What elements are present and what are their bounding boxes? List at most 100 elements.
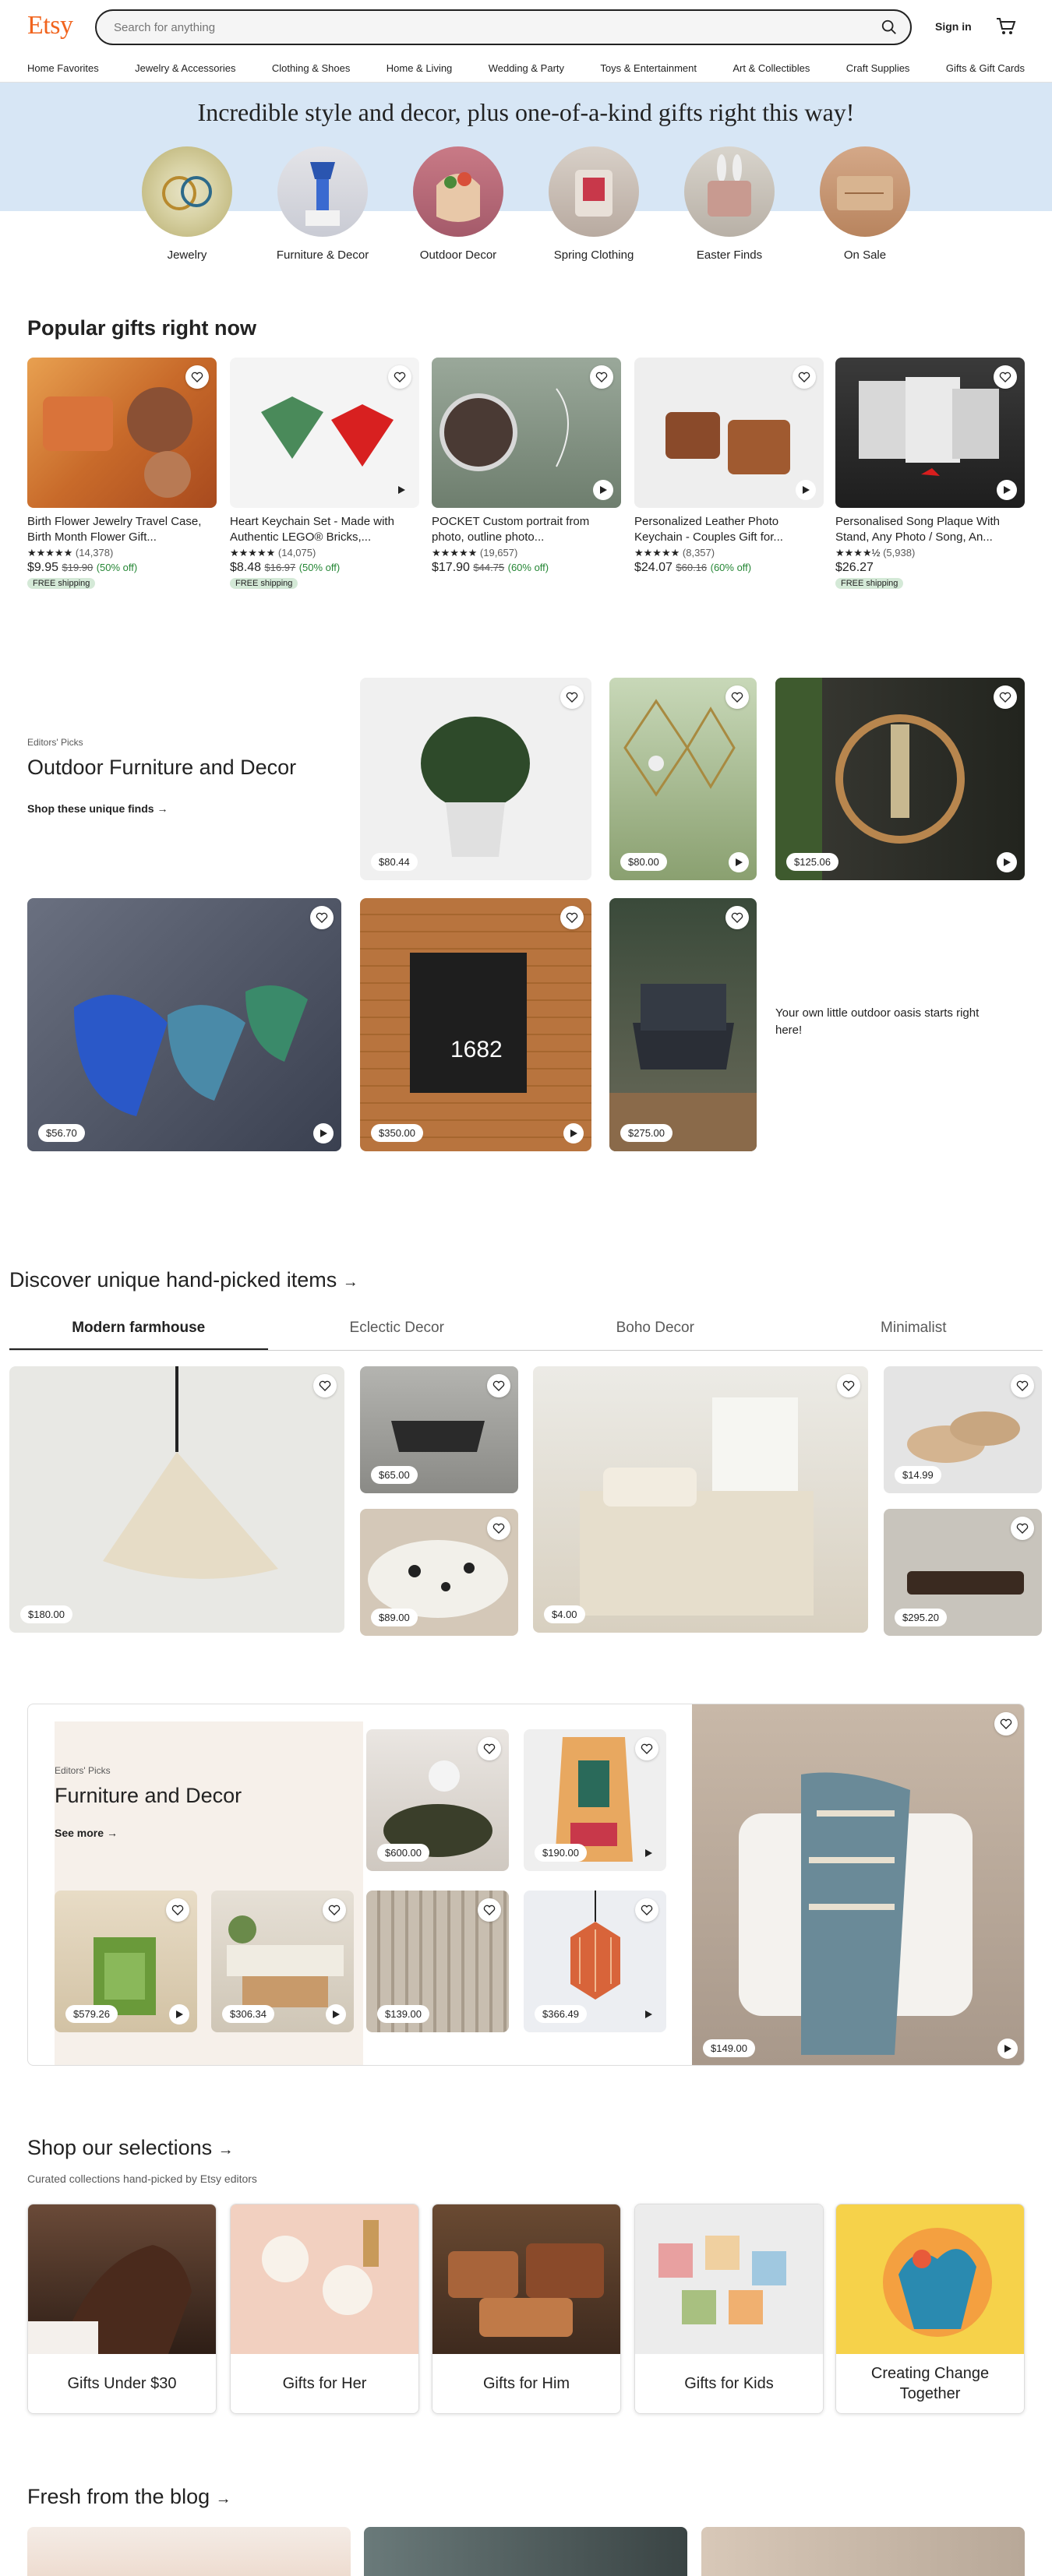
nav-home-living[interactable]: Home & Living (387, 62, 453, 74)
heart-icon[interactable] (994, 685, 1017, 709)
heart-icon[interactable] (560, 906, 584, 929)
furniture-item-coffee-table[interactable]: $306.34 (211, 1891, 354, 2032)
nav-home-favorites[interactable]: Home Favorites (27, 62, 99, 74)
play-icon[interactable] (391, 480, 411, 500)
selection-card-gifts-for-him[interactable]: Gifts for Him (432, 2204, 621, 2414)
heart-icon[interactable] (837, 1374, 860, 1397)
blog-card-image[interactable] (701, 2527, 1025, 2576)
search-input[interactable] (114, 11, 862, 44)
play-icon[interactable] (638, 1843, 658, 1863)
play-icon[interactable] (796, 480, 816, 500)
heart-icon[interactable] (1011, 1517, 1034, 1540)
product-title[interactable]: Personalized Leather Photo Keychain - Co… (634, 514, 824, 545)
discover-title[interactable]: Discover unique hand-picked items → (9, 1268, 358, 1292)
sign-in-link[interactable]: Sign in (935, 20, 972, 33)
discover-item-pendant[interactable]: $180.00 (9, 1366, 344, 1633)
play-icon[interactable] (997, 852, 1017, 872)
tab-boho-decor[interactable]: Boho Decor (526, 1313, 785, 1350)
nav-toys-entertainment[interactable]: Toys & Entertainment (600, 62, 697, 74)
heart-icon[interactable] (994, 1712, 1018, 1736)
heart-icon[interactable] (323, 1898, 346, 1922)
product-card[interactable]: Personalised Song Plaque With Stand, Any… (835, 358, 1025, 590)
selection-card-gifts-for-her[interactable]: Gifts for Her (230, 2204, 419, 2414)
play-icon[interactable] (638, 2004, 658, 2025)
heart-icon[interactable] (793, 365, 816, 389)
furniture-item-curtains[interactable]: $139.00 (366, 1891, 509, 2032)
tab-minimalist[interactable]: Minimalist (785, 1313, 1043, 1350)
outdoor-item-mailbox[interactable]: 1682 $350.00 (360, 898, 591, 1151)
heart-icon[interactable] (590, 365, 613, 389)
nav-art-collectibles[interactable]: Art & Collectibles (733, 62, 810, 74)
blog-title[interactable]: Fresh from the blog → (27, 2485, 231, 2509)
product-card[interactable]: POCKET Custom portrait from photo, outli… (432, 358, 621, 575)
search-icon[interactable] (881, 19, 898, 40)
play-icon[interactable] (313, 1123, 334, 1144)
product-title[interactable]: Heart Keychain Set - Made with Authentic… (230, 514, 419, 545)
tab-eclectic-decor[interactable]: Eclectic Decor (268, 1313, 527, 1350)
category-on-sale[interactable]: On Sale (818, 146, 912, 263)
blog-card-image[interactable] (27, 2527, 351, 2576)
outdoor-item-chair[interactable]: $275.00 (609, 898, 757, 1151)
furniture-item-side-table[interactable]: $579.26 (55, 1891, 197, 2032)
discover-item-serving-tray[interactable]: $295.20 (884, 1509, 1042, 1636)
product-title[interactable]: Birth Flower Jewelry Travel Case, Birth … (27, 514, 217, 545)
search-bar[interactable] (95, 9, 912, 45)
category-jewelry[interactable]: Jewelry (140, 146, 234, 263)
heart-icon[interactable] (487, 1517, 510, 1540)
heart-icon[interactable] (725, 906, 749, 929)
furniture-item-rug[interactable]: $190.00 (524, 1729, 666, 1871)
play-icon[interactable] (997, 480, 1017, 500)
play-icon[interactable] (563, 1123, 584, 1144)
category-outdoor-decor[interactable]: Outdoor Decor (411, 146, 505, 263)
product-card[interactable]: Personalized Leather Photo Keychain - Co… (634, 358, 824, 575)
nav-gifts-gift-cards[interactable]: Gifts & Gift Cards (946, 62, 1025, 74)
play-icon[interactable] (997, 2039, 1018, 2059)
outdoor-item-suncatcher[interactable]: $80.00 (609, 678, 757, 880)
category-furniture-decor[interactable]: Furniture & Decor (276, 146, 369, 263)
play-icon[interactable] (169, 2004, 189, 2025)
selection-card-gifts-for-kids[interactable]: Gifts for Kids (634, 2204, 824, 2414)
category-spring-clothing[interactable]: Spring Clothing (547, 146, 641, 263)
heart-icon[interactable] (635, 1737, 658, 1760)
outdoor-item-glass[interactable]: $56.70 (27, 898, 341, 1151)
discover-item-bowl[interactable]: $65.00 (360, 1366, 518, 1493)
heart-icon[interactable] (185, 365, 209, 389)
heart-icon[interactable] (313, 1374, 337, 1397)
heart-icon[interactable] (310, 906, 334, 929)
heart-icon[interactable] (635, 1898, 658, 1922)
cart-icon[interactable] (996, 17, 1016, 40)
product-title[interactable]: Personalised Song Plaque With Stand, Any… (835, 514, 1025, 545)
nav-craft-supplies[interactable]: Craft Supplies (846, 62, 910, 74)
heart-icon[interactable] (725, 685, 749, 709)
play-icon[interactable] (593, 480, 613, 500)
product-title[interactable]: POCKET Custom portrait from photo, outli… (432, 514, 621, 545)
selection-card-creating-change[interactable]: Creating Change Together (835, 2204, 1025, 2414)
heart-icon[interactable] (994, 365, 1017, 389)
selections-title[interactable]: Shop our selections → (27, 2136, 234, 2160)
heart-icon[interactable] (478, 1737, 501, 1760)
nav-wedding-party[interactable]: Wedding & Party (489, 62, 564, 74)
heart-icon[interactable] (560, 685, 584, 709)
play-icon[interactable] (729, 852, 749, 872)
product-card[interactable]: Heart Keychain Set - Made with Authentic… (230, 358, 419, 590)
etsy-logo[interactable]: Etsy (27, 11, 73, 41)
outdoor-item-birdfeeder[interactable]: $125.06 (775, 678, 1025, 880)
heart-icon[interactable] (487, 1374, 510, 1397)
blog-card-image[interactable] (364, 2527, 687, 2576)
outdoor-item-plant[interactable]: $80.44 (360, 678, 591, 880)
see-more-link[interactable]: See more → (55, 1827, 319, 1839)
shop-unique-finds-link[interactable]: Shop these unique finds → (27, 802, 168, 815)
furniture-item-sculpted-chair[interactable]: $600.00 (366, 1729, 509, 1871)
heart-icon[interactable] (1011, 1374, 1034, 1397)
selection-card-gifts-under-30[interactable]: Gifts Under $30 (27, 2204, 217, 2414)
nav-clothing-shoes[interactable]: Clothing & Shoes (272, 62, 350, 74)
furniture-item-lamp[interactable]: $366.49 (524, 1891, 666, 2032)
heart-icon[interactable] (478, 1898, 501, 1922)
play-icon[interactable] (326, 2004, 346, 2025)
furniture-item-throw-blanket[interactable]: $149.00 (692, 1704, 1024, 2065)
category-easter-finds[interactable]: Easter Finds (683, 146, 776, 263)
tab-modern-farmhouse[interactable]: Modern farmhouse (9, 1313, 268, 1350)
discover-item-tray[interactable]: $89.00 (360, 1509, 518, 1636)
heart-icon[interactable] (388, 365, 411, 389)
heart-icon[interactable] (166, 1898, 189, 1922)
